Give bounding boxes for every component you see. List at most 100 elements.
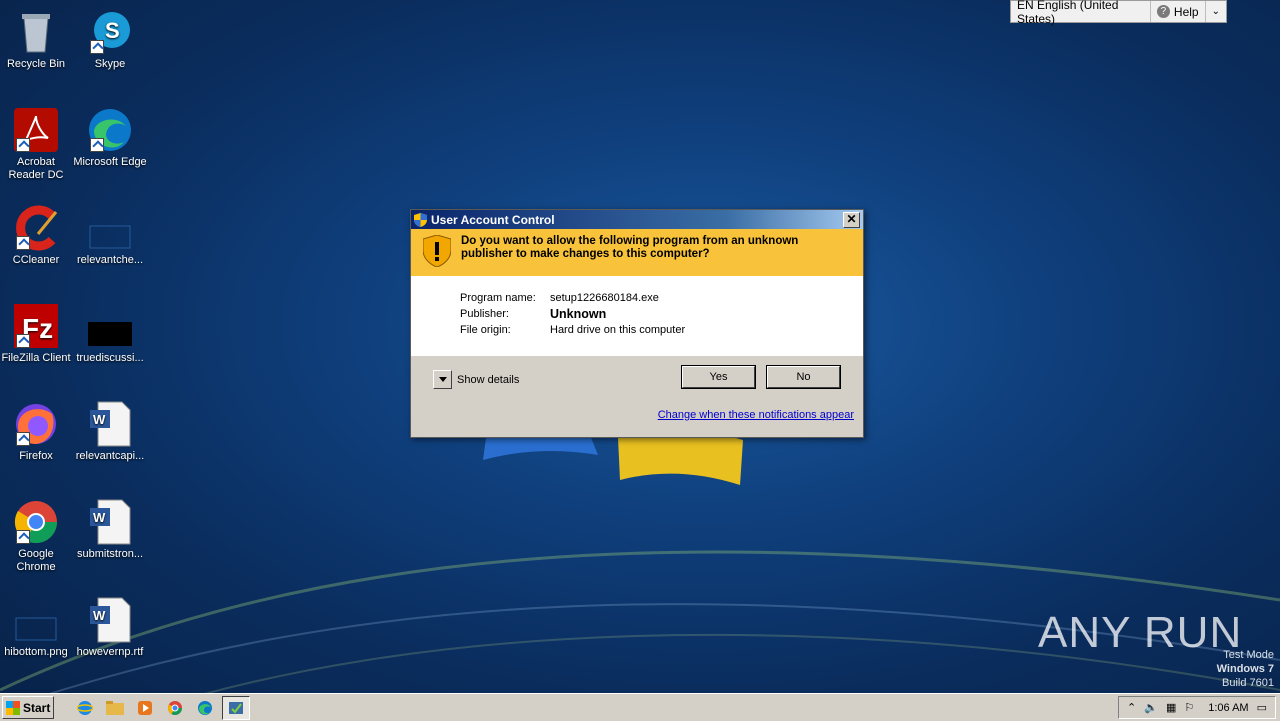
shortcut-arrow-icon (16, 236, 30, 250)
windows-flag-icon (6, 700, 20, 715)
test-mode-line: Test Mode (1223, 649, 1274, 661)
desktop-icon-label: hibottom.png (4, 646, 68, 658)
uac-title: User Account Control (431, 212, 555, 227)
show-desktop-icon[interactable]: ▭ (1257, 701, 1267, 714)
ie-taskbar-icon[interactable] (72, 697, 98, 719)
image-file-icon (12, 596, 60, 644)
desktop-icon-label: Firefox (19, 450, 53, 462)
recycle-bin-icon (12, 8, 60, 56)
word-document-icon: W (86, 400, 134, 448)
acrobat-reader-icon (12, 106, 60, 154)
network-icon[interactable]: ▦ (1166, 701, 1176, 714)
desktop-icon-chrome[interactable]: Google Chrome (0, 498, 74, 574)
no-button[interactable]: No (766, 365, 841, 389)
media-player-icon[interactable] (132, 697, 158, 719)
desktop-icon-ccleaner[interactable]: CCleaner (0, 204, 74, 267)
start-button[interactable]: Start (2, 696, 54, 719)
uac-taskbar-button[interactable] (222, 695, 250, 720)
desktop-icon-submitstron[interactable]: W submitstron... (72, 498, 148, 561)
file-origin-label: File origin: (460, 324, 511, 336)
shortcut-arrow-icon (16, 432, 30, 446)
test-mode-notice: Test Mode Windows 7 Build 7601 (1217, 648, 1274, 690)
firefox-icon (12, 400, 60, 448)
desktop-icon-howevernp[interactable]: W howevernp.rtf (72, 596, 148, 659)
show-details-toggle[interactable]: Show details (433, 370, 519, 389)
desktop-icon-firefox[interactable]: Firefox (0, 400, 74, 463)
anyrun-watermark: ANY RUN (1038, 608, 1243, 657)
help-icon: ? (1156, 5, 1170, 18)
file-origin-row: File origin: Hard drive on this computer (460, 322, 685, 338)
program-name-row: Program name: setup1226680184.exe (460, 290, 685, 306)
shortcut-arrow-icon (16, 138, 30, 152)
show-details-label: Show details (457, 373, 520, 386)
desktop-icon-label: relevantche... (76, 254, 144, 266)
svg-text:W: W (93, 510, 106, 525)
uac-warning-banner: Do you want to allow the following progr… (411, 229, 863, 276)
microsoft-edge-icon (86, 106, 134, 154)
desktop-icon-label: Microsoft Edge (73, 156, 147, 168)
system-tray: ⌃ 🔈 ▦ ⚐ 1:06 AM ▭ (1118, 696, 1276, 719)
help-button[interactable]: ? Help (1151, 1, 1206, 22)
program-info-table: Program name: setup1226680184.exe Publis… (460, 290, 685, 338)
uac-dialog: User Account Control ✕ Do you want to al… (410, 209, 864, 438)
desktop-icon-hibottom[interactable]: hibottom.png (0, 596, 74, 659)
word-document-icon: W (86, 498, 134, 546)
publisher-label: Publisher: (460, 308, 509, 320)
desktop-icon-label: submitstron... (76, 548, 144, 560)
notification-settings-link[interactable]: Change when these notifications appear (658, 409, 854, 421)
desktop-icon-label: Acrobat Reader DC (8, 156, 64, 181)
desktop-icon-recycle-bin[interactable]: Recycle Bin (0, 8, 74, 71)
desktop-icon-label: Google Chrome (16, 548, 56, 573)
desktop-icon-label: FileZilla Client (1, 352, 71, 364)
action-center-flag-icon[interactable]: ⚐ (1184, 701, 1194, 714)
publisher-value: Unknown (550, 307, 607, 321)
uac-question: Do you want to allow the following progr… (461, 235, 799, 260)
ccleaner-icon (12, 204, 60, 252)
shortcut-arrow-icon (90, 138, 104, 152)
shortcut-arrow-icon (16, 334, 30, 348)
desktop-icon-label: Recycle Bin (6, 58, 66, 70)
word-document-icon: W (86, 596, 134, 644)
taskbar: Start ⌃ 🔈 ▦ ⚐ 1:06 AM ▭ (0, 693, 1280, 721)
file-origin-value: Hard drive on this computer (550, 324, 686, 336)
warning-shield-icon (423, 235, 451, 267)
svg-text:W: W (93, 412, 106, 427)
desktop-icon-filezilla[interactable]: Fz FileZilla Client (0, 302, 74, 365)
yes-button[interactable]: Yes (681, 365, 756, 389)
uac-shield-icon (414, 212, 427, 227)
publisher-row: Publisher: Unknown (460, 306, 685, 322)
explorer-folder-icon[interactable] (102, 697, 128, 719)
chevron-down-icon[interactable] (433, 370, 452, 389)
uac-titlebar[interactable]: User Account Control ✕ (411, 210, 863, 229)
desktop-icon-skype[interactable]: S Skype (72, 8, 148, 71)
volume-icon[interactable]: 🔈 (1144, 701, 1158, 714)
program-name-value: setup1226680184.exe (550, 292, 659, 304)
desktop-icon-relevantche[interactable]: relevantche... (72, 204, 148, 267)
edge-taskbar-icon[interactable] (192, 697, 218, 719)
desktop-icon-edge[interactable]: Microsoft Edge (72, 106, 148, 169)
help-label: Help (1173, 4, 1199, 19)
program-info-panel: Program name: setup1226680184.exe Publis… (411, 276, 863, 356)
svg-text:S: S (105, 18, 120, 43)
desktop-icon-label: CCleaner (12, 254, 60, 266)
language-bar: EN English (United States) ? Help ⌄ (1010, 0, 1227, 26)
file-thumbnail-icon (86, 302, 134, 350)
clock[interactable]: 1:06 AM (1208, 702, 1248, 714)
desktop-icon-relevantcapi[interactable]: W relevantcapi... (72, 400, 148, 463)
desktop-icon-label: relevantcapi... (75, 450, 145, 462)
langbar-options-icon[interactable]: ⌄ (1206, 1, 1226, 22)
desktop-icon-label: Skype (94, 58, 126, 70)
desktop-icon-truediscussi[interactable]: truediscussi... (72, 302, 148, 365)
chrome-taskbar-icon[interactable] (162, 697, 188, 719)
file-thumbnail-icon (86, 204, 134, 252)
show-hidden-icons-icon[interactable]: ⌃ (1127, 701, 1136, 714)
desktop-icon-acrobat[interactable]: Acrobat Reader DC (0, 106, 74, 182)
shortcut-arrow-icon (90, 40, 104, 54)
svg-text:W: W (93, 608, 106, 623)
shortcut-arrow-icon (16, 530, 30, 544)
close-button[interactable]: ✕ (843, 212, 860, 228)
language-selector[interactable]: EN English (United States) (1011, 0, 1151, 26)
desktop-icon-label: howevernp.rtf (76, 646, 144, 658)
windows-version-line: Windows 7 (1216, 663, 1274, 675)
start-label: Start (23, 700, 51, 715)
